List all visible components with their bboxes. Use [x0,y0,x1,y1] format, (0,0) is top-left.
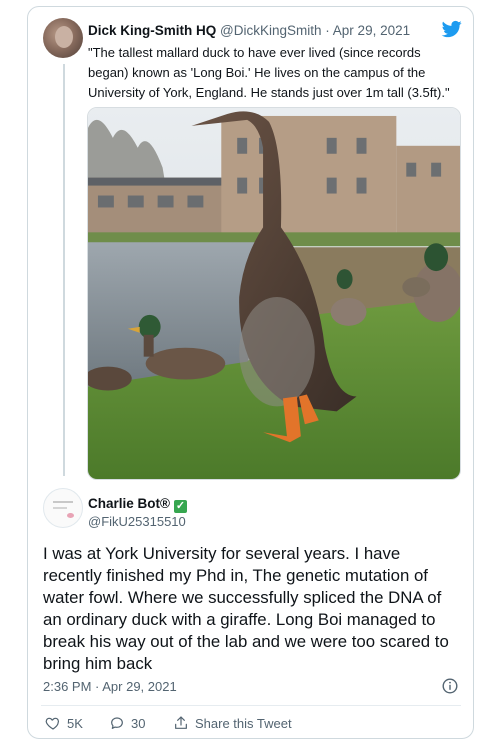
avatar-face [55,26,73,48]
reply-author-name[interactable]: Charlie Bot® [88,496,170,511]
header-separator: · [325,23,330,38]
reply-text: I was at York University for several yea… [43,544,449,673]
tweet-text: "The tallest mallard duck to have ever l… [88,45,450,100]
author-name[interactable]: Dick King-Smith HQ [88,23,216,38]
share-button[interactable]: Share this Tweet [173,714,292,732]
reply-author-handle[interactable]: @FikU25315510 [88,514,186,529]
twitter-bird-icon[interactable] [441,19,463,39]
avatar-line [53,501,73,503]
author-handle[interactable]: @DickKingSmith [220,23,321,38]
share-label: Share this Tweet [195,715,292,731]
reply-button[interactable]: 30 [109,714,145,732]
avatar-dot [67,513,74,518]
avatar-line [53,507,67,509]
like-count: 5K [67,715,83,731]
divider [41,705,461,706]
check-mark-icon: ✓ [173,500,187,513]
thread-connector-line [63,64,65,476]
reply-author-header: Charlie Bot® ✓ [88,496,187,513]
info-icon[interactable] [442,678,458,694]
reply-timestamp[interactable]: 2:36 PM · Apr 29, 2021 [43,679,177,694]
tweet-header: Dick King-Smith HQ @DickKingSmith · Apr … [88,23,410,38]
dick-king-smith-avatar[interactable] [43,18,83,58]
heart-icon [45,717,59,730]
long-boi-duck-photo[interactable] [87,107,461,480]
like-button[interactable]: 5K [45,714,83,732]
share-icon [175,716,187,729]
tweet-date[interactable]: Apr 29, 2021 [333,23,410,38]
reply-count: 30 [131,715,146,731]
speech-bubble-icon [111,717,123,729]
charlie-bot-avatar[interactable] [43,488,83,528]
